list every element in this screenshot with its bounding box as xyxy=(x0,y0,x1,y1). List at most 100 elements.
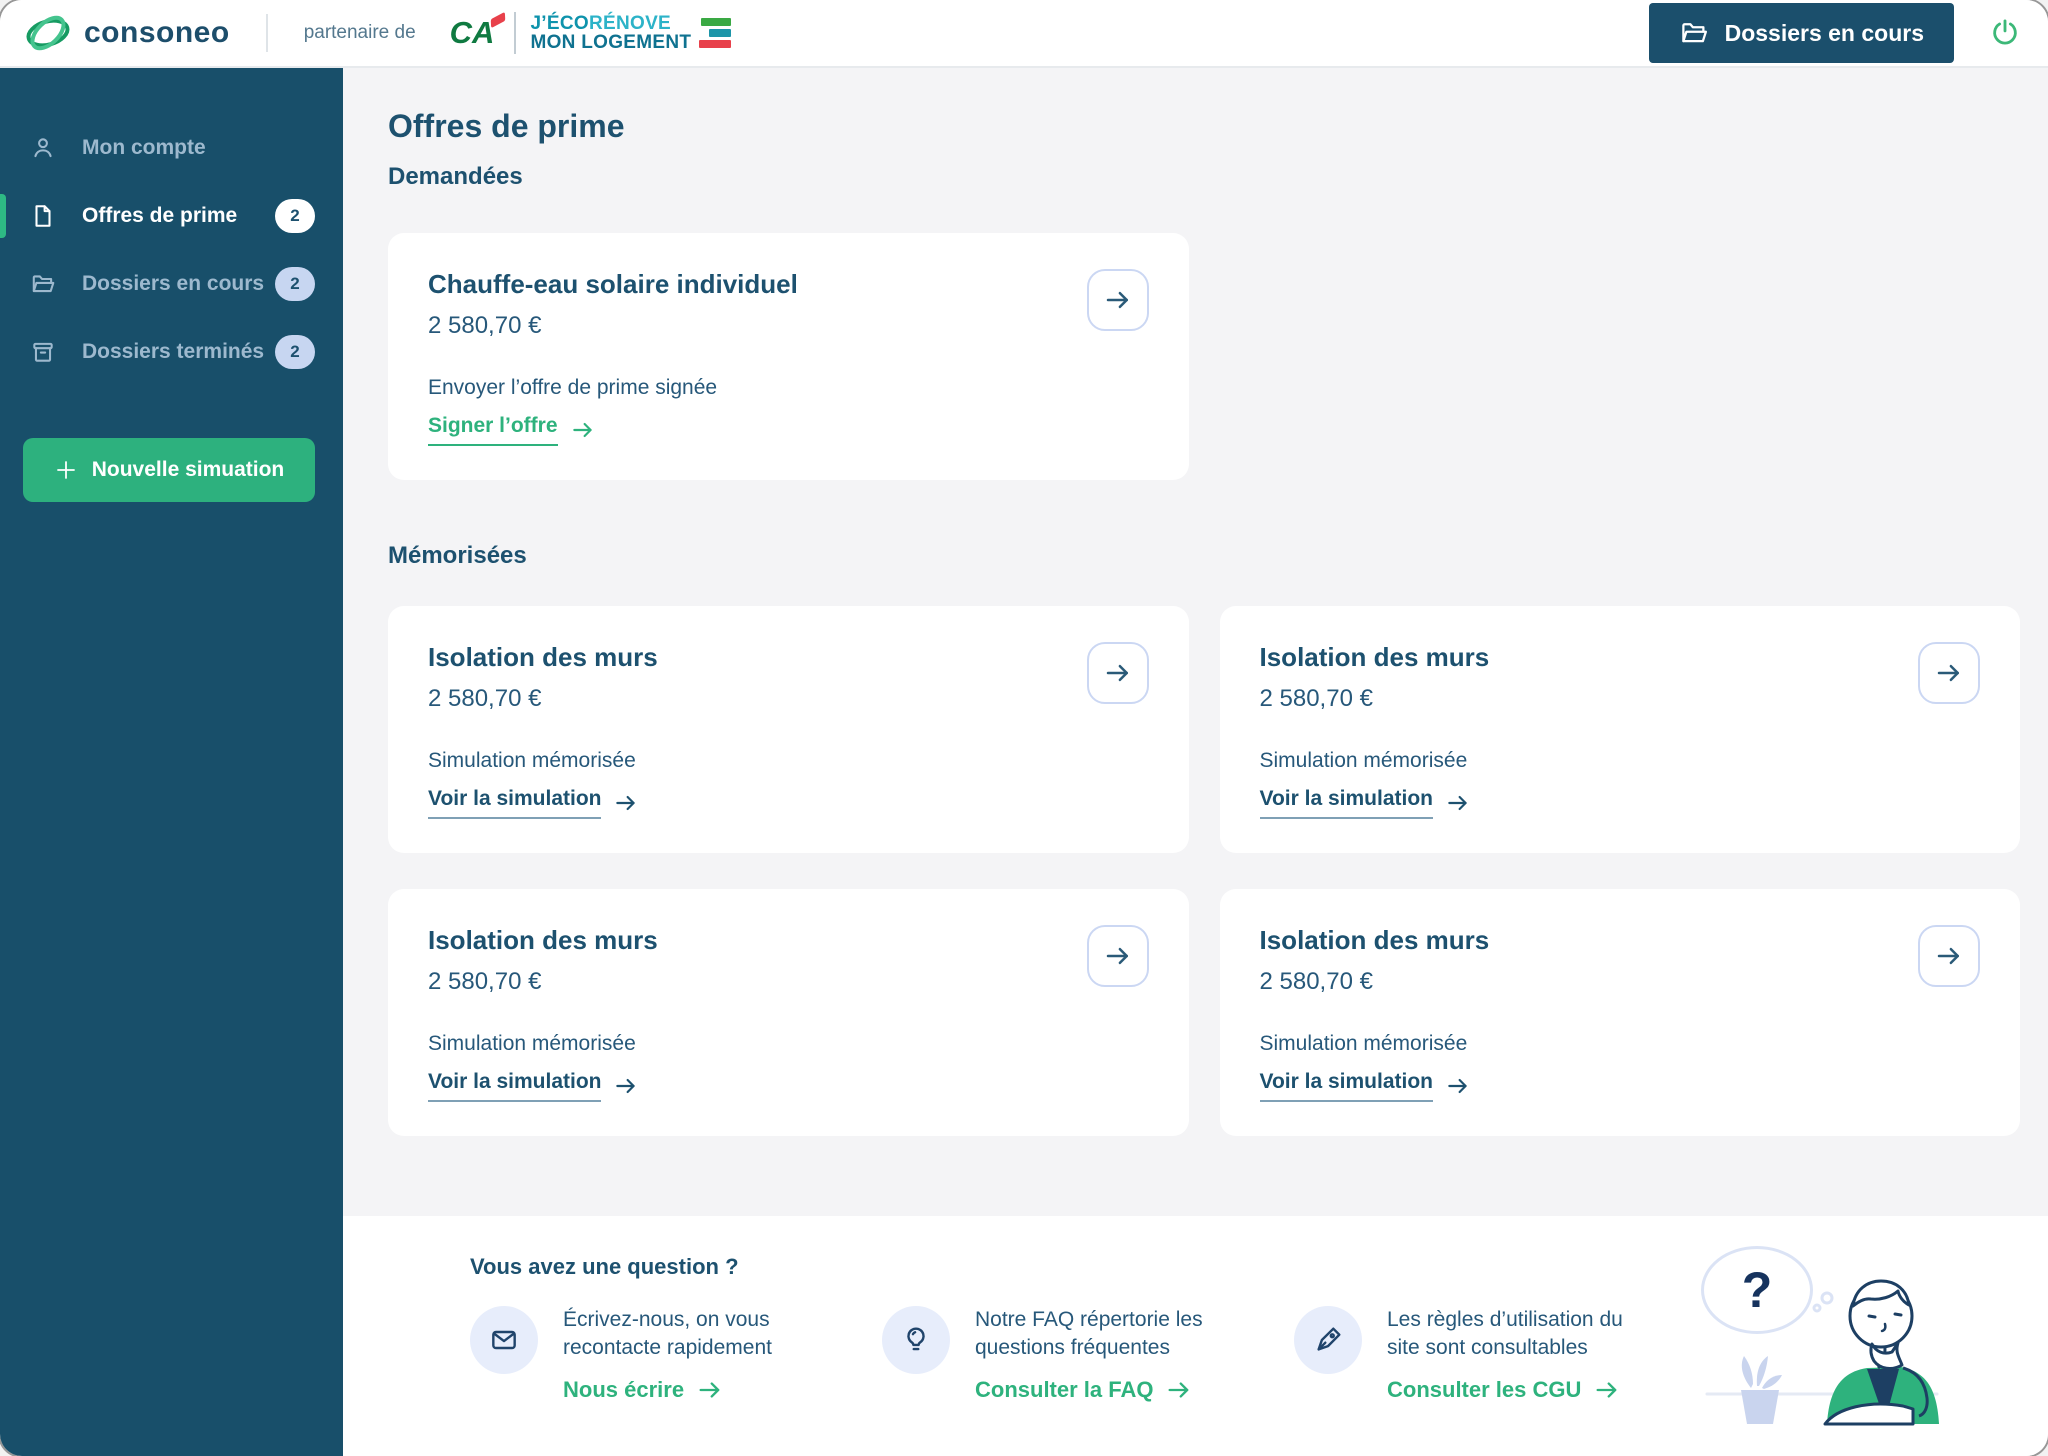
sidebar-item-label: Offres de prime xyxy=(82,204,238,227)
sidebar-item-dossiers-en-cours[interactable]: Dossiers en cours 2 xyxy=(0,250,343,318)
offer-card: Isolation des murs 2 580,70 € Simulation… xyxy=(388,606,1189,853)
new-simulation-button[interactable]: Nouvelle simuation xyxy=(23,438,315,502)
sign-offer-link[interactable]: Signer l’offre xyxy=(428,414,596,446)
offer-price: 2 580,70 € xyxy=(428,685,542,712)
pen-icon xyxy=(1294,1306,1362,1374)
top-bar: consoneo partenaire de CA J’ÉCORÉNOVE MO… xyxy=(0,0,2048,68)
dossiers-en-cours-button[interactable]: Dossiers en cours xyxy=(1648,3,1954,63)
arrow-right-icon xyxy=(1596,1382,1617,1398)
offer-note: Simulation mémorisée xyxy=(428,749,636,772)
offer-note: Simulation mémorisée xyxy=(1259,1032,1468,1055)
logo-divider xyxy=(514,12,517,54)
open-offer-button[interactable] xyxy=(1086,925,1149,987)
consoneo-brand[interactable]: consoneo xyxy=(24,13,230,53)
jeco-line1a: J’ÉCO xyxy=(530,12,589,34)
footer-item-text: Notre FAQ répertorie les questions fréqu… xyxy=(975,1308,1203,1359)
footer-item-cgu: Les règles d’utilisation du site sont co… xyxy=(1294,1306,1706,1404)
arrow-right-icon xyxy=(1106,664,1128,682)
thinking-person-illustration: ? xyxy=(1699,1228,1944,1448)
offer-price: 2 580,70 € xyxy=(428,968,542,995)
offer-note: Simulation mémorisée xyxy=(428,1032,636,1055)
user-icon xyxy=(30,134,58,162)
nous-ecrire-link[interactable]: Nous écrire xyxy=(563,1376,724,1404)
dossiers-termines-badge: 2 xyxy=(275,335,315,369)
lightbulb-icon xyxy=(882,1306,950,1374)
arrow-right-icon xyxy=(572,422,592,438)
offer-card: Isolation des murs 2 580,70 € Simulation… xyxy=(1219,606,2020,853)
open-offer-button[interactable] xyxy=(1918,925,1980,987)
consulter-cgu-link[interactable]: Consulter les CGU xyxy=(1387,1376,1621,1404)
offer-title: Isolation des murs xyxy=(1259,925,1490,955)
arrow-right-icon xyxy=(1448,795,1467,811)
offer-title: Isolation des murs xyxy=(428,925,658,955)
dossiers-en-cours-badge: 2 xyxy=(275,267,315,301)
sidebar-item-dossiers-termines[interactable]: Dossiers terminés 2 xyxy=(0,318,343,386)
jeco-line2: MON LOGEMENT xyxy=(530,32,692,53)
footer-item-text: Écrivez-nous, on vous recontacte rapidem… xyxy=(563,1308,772,1359)
consulter-faq-link[interactable]: Consulter la FAQ xyxy=(975,1376,1193,1404)
footer-item-contact: Écrivez-nous, on vous recontacte rapidem… xyxy=(470,1306,882,1404)
section-demandees-heading: Demandées xyxy=(388,163,523,190)
offer-price: 2 580,70 € xyxy=(428,312,542,339)
footer-item-faq: Notre FAQ répertorie les questions fréqu… xyxy=(882,1306,1294,1404)
offer-note: Simulation mémorisée xyxy=(1259,749,1468,772)
sidebar: Mon compte Offres de prime 2 Dossiers en… xyxy=(0,68,343,1456)
envelope-icon xyxy=(470,1306,538,1374)
new-simulation-label: Nouvelle simuation xyxy=(91,458,285,481)
sidebar-item-label: Dossiers terminés xyxy=(82,340,265,363)
view-simulation-link[interactable]: Voir la simulation xyxy=(428,787,639,819)
view-simulation-link[interactable]: Voir la simulation xyxy=(428,1070,639,1102)
power-icon xyxy=(1993,19,2017,45)
offer-card: Chauffe-eau solaire individuel 2 580,70 … xyxy=(388,233,1189,480)
header-divider xyxy=(265,14,268,52)
offer-title: Chauffe-eau solaire individuel xyxy=(428,269,798,299)
archive-box-icon xyxy=(30,338,58,366)
help-footer: Vous avez une question ? Écrivez-nous, o… xyxy=(343,1216,2048,1456)
plus-icon xyxy=(54,458,78,482)
logout-power-button[interactable] xyxy=(1988,16,2022,50)
memorisees-section: Isolation des murs 2 580,70 € Simulation… xyxy=(388,606,2020,1136)
dossiers-button-label: Dossiers en cours xyxy=(1724,19,1924,46)
arrow-right-icon xyxy=(616,795,636,811)
footer-item-text: Les règles d’utilisation du site sont co… xyxy=(1387,1308,1623,1359)
consoneo-logo-icon xyxy=(24,13,72,53)
main-content: Offres de prime Demandées Chauffe-eau so… xyxy=(343,68,2048,1216)
open-offer-button[interactable] xyxy=(1086,269,1149,331)
credit-agricole-logo: CA xyxy=(450,15,505,51)
section-memorisees-heading: Mémorisées xyxy=(388,542,527,569)
brand-name: consoneo xyxy=(84,16,230,49)
open-offer-button[interactable] xyxy=(1086,642,1149,704)
arrow-right-icon xyxy=(1106,947,1128,965)
offer-card: Isolation des murs 2 580,70 € Simulation… xyxy=(1219,889,2020,1136)
arrow-right-icon xyxy=(1168,1382,1189,1398)
sidebar-item-label: Dossiers en cours xyxy=(82,272,265,295)
partner-prefix-label: partenaire de xyxy=(303,22,416,43)
jeco-line1b: RÉNOVE xyxy=(588,12,672,34)
sidebar-item-mon-compte[interactable]: Mon compte xyxy=(0,114,343,182)
energy-bars-icon xyxy=(699,18,732,48)
offer-title: Isolation des murs xyxy=(428,642,658,672)
folder-open-icon xyxy=(30,270,58,298)
arrow-right-icon xyxy=(699,1382,720,1398)
sidebar-item-label: Mon compte xyxy=(82,136,206,159)
view-simulation-link[interactable]: Voir la simulation xyxy=(1259,1070,1471,1102)
app-window: consoneo partenaire de CA J’ÉCORÉNOVE MO… xyxy=(0,0,2048,1456)
offer-card: Isolation des murs 2 580,70 € Simulation… xyxy=(388,889,1189,1136)
offer-title: Isolation des murs xyxy=(1259,642,1490,672)
question-bubble: ? xyxy=(1701,1246,1813,1334)
arrow-right-icon xyxy=(1937,664,1959,682)
offer-price: 2 580,70 € xyxy=(1259,968,1373,995)
open-offer-button[interactable] xyxy=(1918,642,1980,704)
offres-count-badge: 2 xyxy=(275,199,315,233)
page-title: Offres de prime xyxy=(388,108,625,144)
demandees-section: Chauffe-eau solaire individuel 2 580,70 … xyxy=(388,233,2020,480)
sidebar-item-offres-de-prime[interactable]: Offres de prime 2 xyxy=(0,182,343,250)
view-simulation-link[interactable]: Voir la simulation xyxy=(1259,787,1471,819)
arrow-right-icon xyxy=(1106,291,1128,309)
arrow-right-icon xyxy=(1937,947,1959,965)
document-icon xyxy=(30,202,58,230)
jecorenove-logo: J’ÉCORÉNOVE MON LOGEMENT xyxy=(530,12,732,53)
folder-open-icon xyxy=(1679,18,1709,48)
offer-note: Envoyer l’offre de prime signée xyxy=(428,376,718,399)
offer-price: 2 580,70 € xyxy=(1259,685,1373,712)
